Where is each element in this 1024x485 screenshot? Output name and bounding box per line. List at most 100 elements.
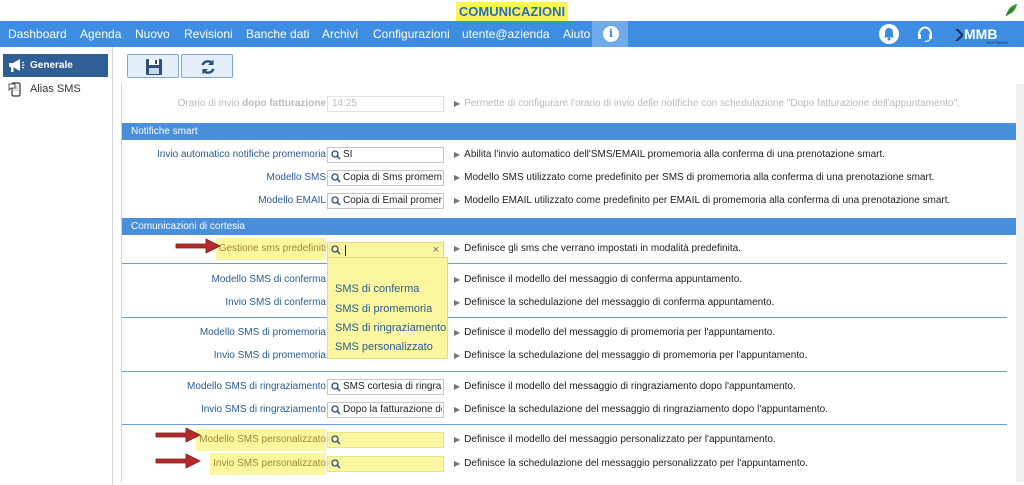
main-navbar: Dashboard Agenda Nuovo Revisioni Banche … bbox=[0, 21, 1024, 47]
bell-icon bbox=[884, 28, 894, 41]
dropdown-option-promemoria[interactable]: SMS di promemoria bbox=[335, 303, 432, 315]
nav-banche-dati[interactable]: Banche dati bbox=[246, 21, 309, 47]
setting-description: ▶ Modello SMS utilizzato come predefinito… bbox=[454, 172, 935, 183]
setting-label: Modello SMS bbox=[266, 172, 326, 183]
nav-user-account[interactable]: utente@azienda bbox=[462, 21, 550, 47]
invio-personalizzato-select[interactable] bbox=[327, 456, 444, 472]
support-button[interactable] bbox=[915, 24, 935, 44]
modello-personalizzato-select[interactable] bbox=[327, 432, 444, 448]
dropdown-option-personalizzato[interactable]: SMS personalizzato bbox=[335, 341, 433, 353]
setting-description: ▶ Definisce il modello del messaggio di r… bbox=[454, 381, 796, 392]
annotation-arrow bbox=[155, 453, 201, 469]
sms-phone-icon bbox=[8, 82, 21, 97]
sidebar-item-generale[interactable]: Generale bbox=[3, 54, 108, 77]
setting-row-modello-sms: Modello SMS Copia di Sms promemoria ▶Mod… bbox=[122, 167, 1016, 189]
text-caret bbox=[345, 245, 346, 256]
page-title: COMUNICAZIONI bbox=[456, 2, 568, 22]
company-logo: MMB SOFTWARE bbox=[955, 26, 1009, 45]
nav-aiuto[interactable]: Aiuto bbox=[563, 21, 590, 47]
group-divider bbox=[122, 317, 1007, 318]
search-icon bbox=[331, 459, 341, 469]
settings-sidebar: Generale Alias SMS bbox=[0, 47, 113, 485]
save-button[interactable] bbox=[127, 54, 179, 78]
setting-description: ▶ Abilita l'invio automatico dell'SMS/EMA… bbox=[454, 149, 886, 160]
setting-label: Invio automatico notifiche promemoria bbox=[157, 149, 326, 160]
setting-description: ▶ Definisce il modello del messaggio di c… bbox=[454, 274, 743, 285]
search-icon bbox=[331, 405, 341, 415]
setting-description: ▶ Definisce il modello del messaggio pers… bbox=[454, 434, 776, 445]
nav-archivi[interactable]: Archivi bbox=[322, 21, 358, 47]
sidebar-item-label: Alias SMS bbox=[30, 83, 81, 95]
nav-dashboard[interactable]: Dashboard bbox=[8, 21, 67, 47]
gestione-sms-search-input[interactable]: × bbox=[327, 242, 444, 258]
invio-automatico-select[interactable]: SI bbox=[327, 147, 444, 163]
modello-sms-select[interactable]: Copia di Sms promemoria bbox=[327, 170, 444, 186]
nav-agenda[interactable]: Agenda bbox=[80, 21, 121, 47]
setting-row-modello-email: Modello EMAIL Copia di Email promemoria … bbox=[122, 190, 1016, 212]
sidebar-item-label: Generale bbox=[30, 60, 73, 71]
group-divider bbox=[122, 263, 1007, 264]
nav-nuovo[interactable]: Nuovo bbox=[135, 21, 170, 47]
refresh-button[interactable] bbox=[181, 54, 233, 78]
setting-row-modello-promemoria: Modello SMS di promemoria ▶ Definisce il … bbox=[122, 322, 1016, 344]
setting-description: ▶ Definisce il modello del messaggio di p… bbox=[454, 327, 776, 338]
setting-label: Modello SMS personalizzato bbox=[196, 429, 326, 451]
refresh-icon bbox=[201, 59, 215, 75]
search-icon bbox=[331, 173, 341, 183]
setting-row-modello-personalizzato: Modello SMS personalizzato ▶ Definisce il… bbox=[122, 429, 1016, 451]
logo-subtext: SOFTWARE bbox=[986, 40, 1009, 45]
setting-row-invio-automatico: Invio automatico notifiche promemoria SI… bbox=[122, 144, 1016, 166]
group-divider bbox=[122, 424, 1007, 425]
setting-row-orario-invio: Orario di invio dopo fatturazione 14:25 … bbox=[122, 93, 1016, 115]
floppy-disk-icon bbox=[146, 59, 162, 75]
nav-configurazioni[interactable]: Configurazioni bbox=[373, 21, 450, 47]
annotation-arrow bbox=[155, 427, 201, 443]
setting-row-invio-conferma: Invio SMS di conferma ▶ Definisce la sche… bbox=[122, 292, 1016, 314]
title-bar: COMUNICAZIONI bbox=[0, 0, 1024, 22]
setting-description: ▶ Definisce la schedulazione del messaggi… bbox=[454, 297, 775, 308]
sidebar-item-alias-sms[interactable]: Alias SMS bbox=[3, 78, 108, 101]
dropdown-option-ringraziamento[interactable]: SMS di ringraziamento bbox=[335, 322, 446, 334]
search-icon bbox=[331, 196, 341, 206]
info-button[interactable]: i bbox=[592, 21, 628, 47]
toolbar bbox=[113, 47, 1024, 84]
group-divider bbox=[122, 371, 1007, 372]
search-icon bbox=[331, 150, 341, 160]
orario-input[interactable]: 14:25 bbox=[327, 96, 444, 112]
section-header-comunicazioni-cortesia: Comunicazioni di cortesia bbox=[122, 218, 1016, 235]
setting-description: ▶ Permette di configurare l'orario di inv… bbox=[454, 98, 960, 109]
setting-label: Modello EMAIL bbox=[258, 195, 326, 206]
section-header-notifiche-smart: Notifiche smart bbox=[122, 123, 1016, 140]
setting-label: Gestione sms predefiniti bbox=[215, 238, 326, 260]
leaf-icon bbox=[1005, 4, 1017, 17]
setting-row-modello-ringraziamento: Modello SMS di ringraziamento SMS cortes… bbox=[122, 376, 1016, 398]
annotation-arrow bbox=[175, 238, 221, 254]
setting-description: ▶ Definisce la schedulazione del messaggi… bbox=[454, 458, 808, 469]
setting-description: ▶ Definisce gli sms che verrano impostati… bbox=[454, 243, 741, 254]
setting-label: Invio SMS di ringraziamento bbox=[200, 404, 326, 415]
setting-row-invio-ringraziamento: Invio SMS di ringraziamento Dopo la fatt… bbox=[122, 399, 1016, 421]
setting-description: ▶ Definisce la schedulazione del messaggi… bbox=[454, 404, 828, 415]
gestione-sms-dropdown: SMS di conferma SMS di promemoria SMS di… bbox=[327, 257, 448, 359]
search-icon bbox=[331, 382, 341, 392]
clear-icon[interactable]: × bbox=[433, 243, 439, 257]
setting-label: Orario di invio dopo fatturazione bbox=[177, 98, 326, 109]
setting-label: Modello SMS di promemoria bbox=[199, 327, 326, 338]
setting-label: Modello SMS di conferma bbox=[211, 274, 327, 285]
search-icon bbox=[331, 435, 341, 445]
setting-label: Invio SMS personalizzato bbox=[210, 453, 326, 475]
nav-revisioni[interactable]: Revisioni bbox=[184, 21, 233, 47]
invio-ringraziamento-select[interactable]: Dopo la fatturazione dell'appuntamento bbox=[327, 402, 444, 418]
setting-label: Invio SMS di promemoria bbox=[213, 350, 326, 361]
setting-label: Invio SMS di conferma bbox=[225, 297, 326, 308]
setting-row-invio-personalizzato: Invio SMS personalizzato ▶ Definisce la s… bbox=[122, 453, 1016, 475]
headset-icon bbox=[918, 26, 932, 43]
dropdown-option-conferma[interactable]: SMS di conferma bbox=[335, 283, 419, 295]
modello-ringraziamento-select[interactable]: SMS cortesia di ringraziamento bbox=[327, 379, 444, 395]
setting-row-invio-promemoria: Invio SMS di promemoria ▶ Definisce la sc… bbox=[122, 345, 1016, 367]
notifications-button[interactable] bbox=[879, 24, 899, 44]
megaphone-icon bbox=[9, 59, 25, 72]
setting-description: ▶ Modello EMAIL utilizzato come predefini… bbox=[454, 195, 951, 206]
vertical-scrollbar[interactable] bbox=[1016, 84, 1024, 482]
modello-email-select[interactable]: Copia di Email promemoria bbox=[327, 193, 444, 209]
